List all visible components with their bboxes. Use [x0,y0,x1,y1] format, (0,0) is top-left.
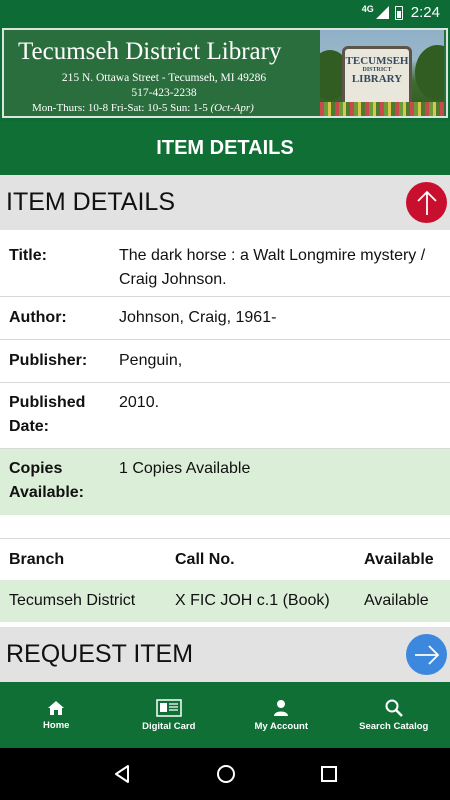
scroll-up-button[interactable] [406,182,447,223]
nav-search-catalog[interactable]: Search Catalog [338,682,450,748]
page-title: ITEM DETAILS [0,121,450,175]
arrow-right-icon [414,644,439,665]
library-banner: Tecumseh District Library 215 N. Ottawa … [0,25,450,121]
hours-note: (Oct-Apr) [210,102,254,114]
column-header-call-no: Call No. [175,551,235,568]
column-header-available: Available [364,551,434,568]
cell-call-no: X FIC JOH c.1 (Book) [175,592,330,609]
detail-row-publisher: Publisher: Penguin, [0,340,450,383]
system-nav-bar [0,748,450,800]
library-address: 215 N. Ottawa Street - Tecumseh, MI 4928… [61,72,267,84]
detail-row-published-date: Published Date: 2010. [0,383,450,449]
copies-table-header: Branch Call No. Available [0,538,450,580]
home-circle-icon[interactable] [216,764,236,784]
back-icon[interactable] [112,764,132,784]
library-phone: 517-423-2238 [131,87,197,99]
sign-line-3: LIBRARY [351,73,403,85]
nav-label: My Account [254,720,308,732]
status-bar: 4G 2:24 [0,0,450,25]
nav-digital-card[interactable]: Digital Card [113,682,226,748]
library-hours: Mon-Thurs: 10-8 Fri-Sat: 10-5 Sun: 1-5 (… [32,102,254,114]
nav-my-account[interactable]: My Account [225,682,338,748]
detail-row-author: Author: Johnson, Craig, 1961- [0,297,450,340]
bottom-nav: Home Digital Card My Account Search Cata… [0,682,450,748]
nav-label: Home [43,719,70,731]
signal-icon [375,6,389,19]
cell-branch: Tecumseh District [9,592,136,609]
battery-icon [394,5,403,20]
item-details-heading: ITEM DETAILS [6,188,176,216]
library-sign-photo: TECUMSEH DISTRICT LIBRARY [320,30,444,116]
column-header-branch: Branch [9,551,65,568]
table-row: Tecumseh District X FIC JOH c.1 (Book) A… [0,580,450,622]
detail-label: Publisher: [9,352,88,369]
detail-row-copies: Copies Available: 1 Copies Available [0,449,450,515]
library-name: Tecumseh District Library [18,38,282,65]
detail-label: Published Date: [9,394,86,435]
network-type: 4G [361,3,374,14]
detail-value: 1 Copies Available [119,460,251,477]
cell-available: Available [364,592,429,609]
detail-value: Johnson, Craig, 1961- [119,309,277,326]
detail-value: The dark horse : a Walt Longmire mystery… [119,247,426,288]
detail-label: Copies Available: [9,460,84,501]
hours-main: Mon-Thurs: 10-8 Fri-Sat: 10-5 Sun: 1-5 [32,102,211,114]
detail-value: 2010. [119,394,160,411]
recents-icon[interactable] [320,765,338,783]
request-item-header[interactable]: REQUEST ITEM [0,627,450,682]
detail-value: Penguin, [119,352,183,369]
sign-line-1: TECUMSEH [345,55,409,67]
detail-row-title: Title: The dark horse : a Walt Longmire … [0,230,450,297]
detail-label: Author: [9,309,67,326]
clock: 2:24 [410,4,440,21]
nav-label: Search Catalog [359,720,429,732]
request-item-button[interactable] [406,634,447,675]
library-sign: TECUMSEH DISTRICT LIBRARY [342,46,412,106]
item-details-header: ITEM DETAILS [0,175,450,230]
arrow-up-icon [416,190,437,215]
home-icon [48,700,65,715]
card-icon [156,698,182,717]
detail-label: Title: [9,247,47,264]
person-icon [274,699,289,716]
request-item-heading: REQUEST ITEM [6,640,194,668]
nav-home[interactable]: Home [0,682,113,748]
nav-label: Digital Card [142,720,196,732]
search-icon [385,699,403,717]
